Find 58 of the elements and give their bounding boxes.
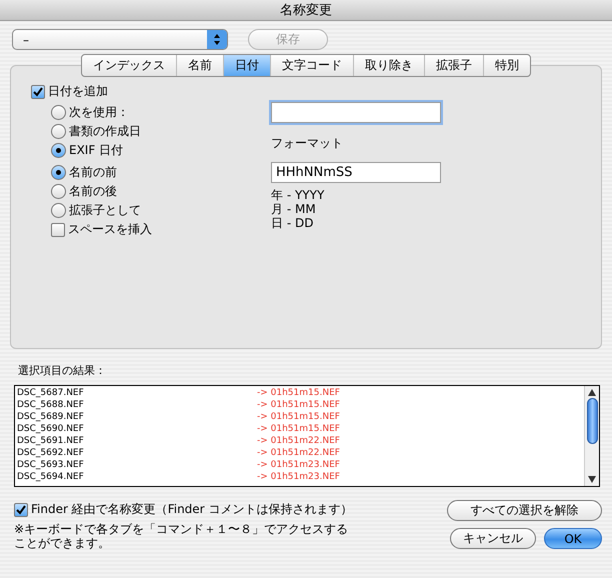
new-filename: -> 01h51m15.NEF	[257, 412, 340, 422]
radio-button[interactable]	[51, 143, 66, 158]
new-filename: -> 01h51m23.NEF	[257, 460, 340, 470]
format-label: フォーマット	[271, 135, 344, 152]
keyboard-hint-text: ※キーボードで各タブを「コマンド＋１〜８」でアクセスすることができます。	[14, 522, 350, 550]
checkbox[interactable]	[14, 502, 28, 516]
scrollbar[interactable]	[584, 386, 599, 486]
option-label: 日付を追加	[48, 83, 108, 100]
option-label: Finder 経由で名称変更（Finder コメントは保持されます）	[31, 501, 352, 518]
tab[interactable]: 日付	[223, 55, 270, 76]
date-input-field[interactable]	[271, 102, 441, 123]
original-filename: DSC_5689.NEF	[17, 412, 85, 422]
format-help-text: 日 - DD	[271, 216, 314, 230]
new-filename: -> 01h51m23.NEF	[257, 472, 340, 482]
scroll-up-icon[interactable]	[588, 389, 596, 396]
original-filename: DSC_5690.NEF	[17, 424, 85, 434]
window-title: 名称変更	[280, 2, 332, 19]
radio-button[interactable]	[51, 124, 66, 139]
cancel-button[interactable]: キャンセル	[450, 528, 536, 549]
option-label: 拡張子として	[69, 202, 141, 219]
format-help-text: 月 - MM	[271, 202, 317, 216]
original-filename: DSC_5692.NEF	[17, 448, 85, 458]
original-filename: DSC_5691.NEF	[17, 436, 85, 446]
option-label: EXIF 日付	[69, 142, 124, 159]
tab[interactable]: インデックス	[82, 55, 176, 76]
original-filename: DSC_5687.NEF	[17, 388, 85, 398]
ok-button[interactable]: OK	[544, 528, 602, 549]
new-filename: -> 01h51m22.NEF	[257, 448, 340, 458]
new-filename: -> 01h51m15.NEF	[257, 424, 340, 434]
stepper-arrows-icon	[207, 30, 227, 49]
radio-button[interactable]	[51, 203, 66, 218]
results-label: 選択項目の結果：	[18, 363, 107, 378]
radio-button[interactable]	[51, 105, 66, 120]
tab[interactable]: 拡張子	[424, 55, 483, 76]
format-input-field[interactable]: HHhNNmSS	[271, 162, 441, 183]
deselect-all-button[interactable]: すべての選択を解除	[447, 500, 602, 521]
option-label: スペースを挿入	[68, 221, 152, 238]
preset-dropdown[interactable]: –	[12, 29, 228, 50]
new-filename: -> 01h51m15.NEF	[257, 388, 340, 398]
option-label: 次を使用：	[69, 104, 129, 121]
radio-button[interactable]	[51, 165, 66, 180]
checkbox[interactable]	[31, 84, 45, 98]
checkbox[interactable]	[51, 222, 65, 236]
tab[interactable]: 取り除き	[353, 55, 424, 76]
original-filename: DSC_5694.NEF	[17, 472, 85, 482]
radio-button[interactable]	[51, 184, 66, 199]
scroll-down-icon[interactable]	[588, 476, 596, 483]
original-filename: DSC_5693.NEF	[17, 460, 85, 470]
original-filename: DSC_5688.NEF	[17, 400, 85, 410]
option-label: 名前の後	[69, 183, 117, 200]
tab[interactable]: 特別	[483, 55, 530, 76]
option-label: 名前の前	[69, 164, 117, 181]
new-filename: -> 01h51m15.NEF	[257, 400, 340, 410]
option-label: 書類の作成日	[69, 123, 141, 140]
scroll-thumb[interactable]	[586, 398, 598, 444]
format-help-text: 年 - YYYY	[271, 188, 326, 202]
new-filename: -> 01h51m22.NEF	[257, 436, 340, 446]
tab[interactable]: 文字コード	[270, 55, 353, 76]
